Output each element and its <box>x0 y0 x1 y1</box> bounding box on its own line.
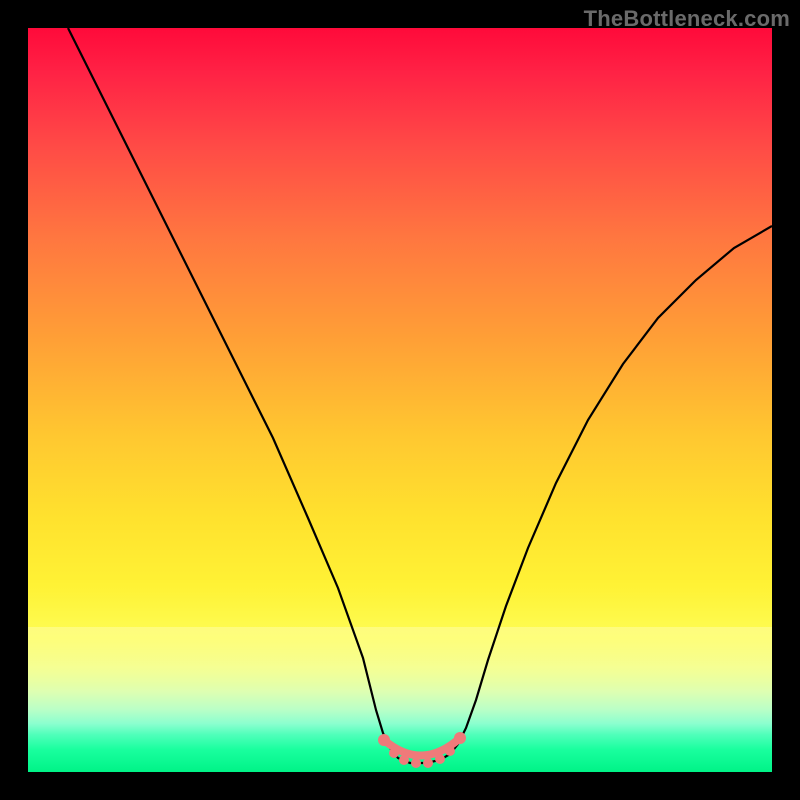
curve-path <box>68 28 772 763</box>
bottleneck-curve <box>28 28 772 772</box>
watermark-text: TheBottleneck.com <box>584 6 790 32</box>
plot-area <box>28 28 772 772</box>
chart-frame: TheBottleneck.com <box>0 0 800 800</box>
